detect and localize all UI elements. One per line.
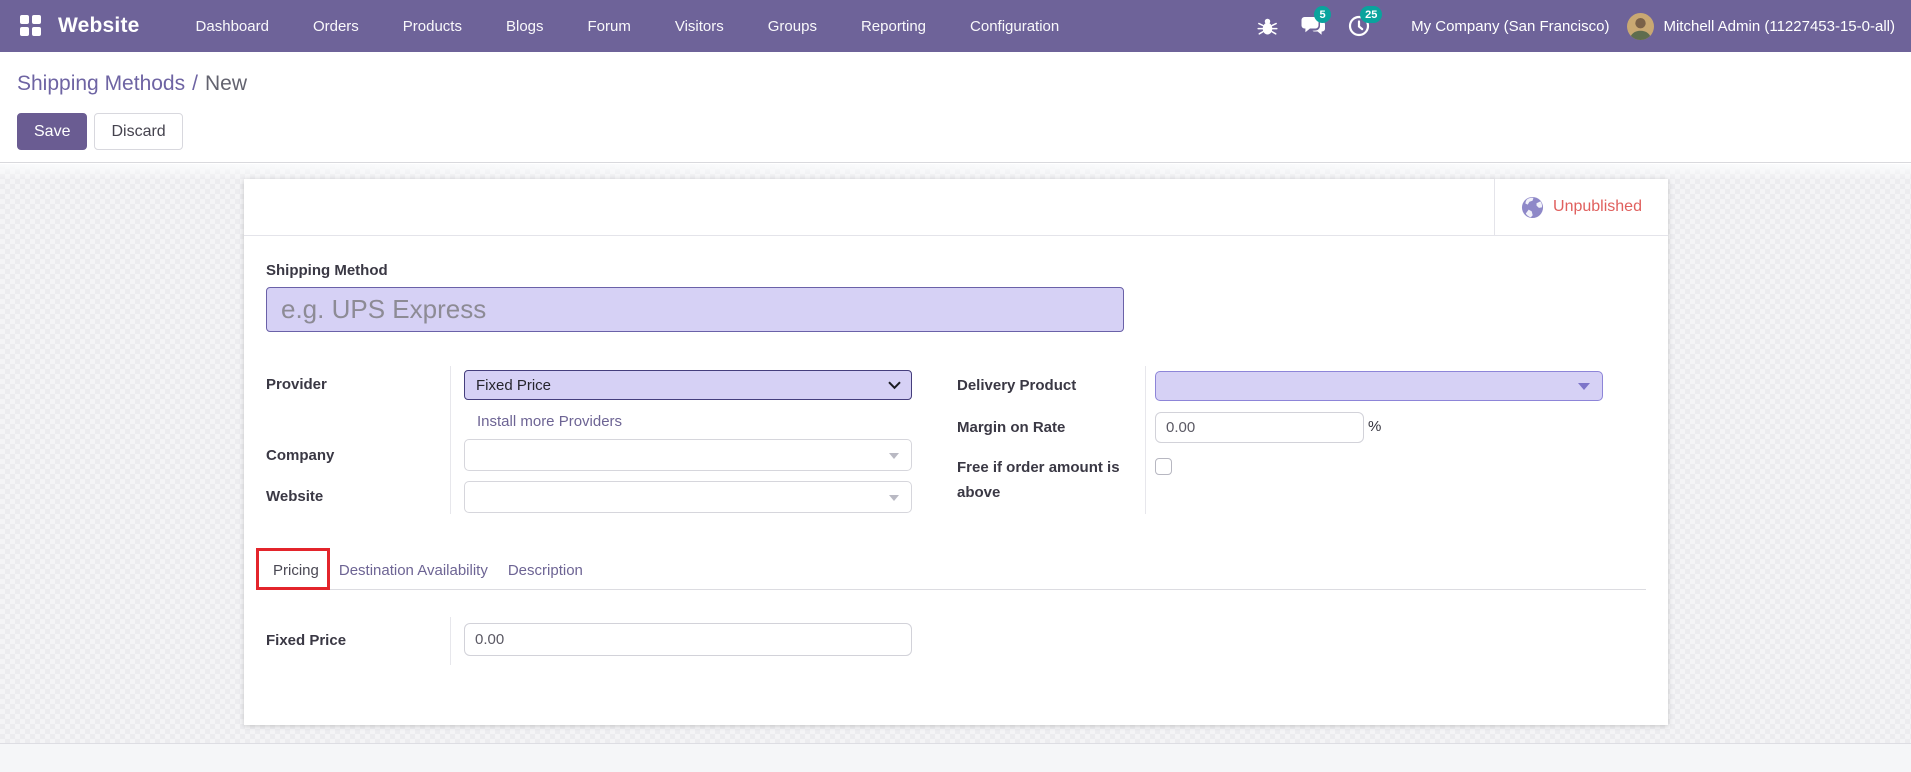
provider-value: Fixed Price <box>476 377 551 394</box>
menu-item-blogs[interactable]: Blogs <box>506 18 544 35</box>
menu-item-dashboard[interactable]: Dashboard <box>196 18 269 35</box>
provider-label: Provider <box>266 376 327 394</box>
debug-icon[interactable] <box>1253 12 1281 40</box>
notebook-tabs: Pricing Destination Availability Descrip… <box>266 552 1646 590</box>
footer-strip <box>0 743 1911 772</box>
publish-status[interactable]: Unpublished <box>1494 179 1668 235</box>
caret-down-icon <box>889 495 899 501</box>
free-if-amount-checkbox[interactable] <box>1155 458 1172 475</box>
percent-suffix: % <box>1368 418 1381 435</box>
label-separator-left <box>450 366 451 514</box>
discard-button[interactable]: Discard <box>94 113 182 150</box>
breadcrumb-parent[interactable]: Shipping Methods <box>17 72 185 95</box>
breadcrumb-separator: / <box>192 72 198 95</box>
shipping-method-label: Shipping Method <box>266 262 388 280</box>
odoo-screen: Website Dashboard Orders Products Blogs … <box>0 0 1911 772</box>
menu-item-products[interactable]: Products <box>403 18 462 35</box>
avatar[interactable] <box>1627 13 1654 40</box>
unpublished-label: Unpublished <box>1553 198 1642 216</box>
menu-item-configuration[interactable]: Configuration <box>970 18 1059 35</box>
user-menu[interactable]: Mitchell Admin (11227453-15-0-all) <box>1663 18 1895 35</box>
control-buttons: Save Discard <box>17 113 183 150</box>
main-menu: Dashboard Orders Products Blogs Forum Vi… <box>196 18 1060 35</box>
form-sheet: Unpublished Shipping Method Provider Fix… <box>244 179 1668 725</box>
fixed-price-label: Fixed Price <box>266 632 346 650</box>
globe-icon <box>1521 196 1544 219</box>
systray: 5 25 My Company (San Francisco) Mitchell… <box>1253 12 1899 40</box>
margin-on-rate-input[interactable] <box>1155 412 1364 443</box>
app-brand[interactable]: Website <box>58 14 140 38</box>
margin-on-rate-label: Margin on Rate <box>957 419 1065 437</box>
form-body: Shipping Method Provider Fixed Price Ins… <box>244 236 1668 725</box>
breadcrumb-current: New <box>205 72 247 95</box>
control-panel: Shipping Methods / New Save Discard <box>0 52 1911 163</box>
menu-item-groups[interactable]: Groups <box>768 18 817 35</box>
messages-badge: 5 <box>1314 6 1331 23</box>
fixed-price-input[interactable] <box>464 623 912 656</box>
shipping-method-input[interactable] <box>266 287 1124 332</box>
save-button[interactable]: Save <box>17 113 87 150</box>
company-label: Company <box>266 447 334 465</box>
delivery-product-label: Delivery Product <box>957 377 1076 395</box>
menu-item-visitors[interactable]: Visitors <box>675 18 724 35</box>
provider-select[interactable]: Fixed Price <box>464 370 912 400</box>
breadcrumb: Shipping Methods / New <box>17 72 247 96</box>
apps-menu-icon[interactable] <box>20 15 42 37</box>
install-providers-link[interactable]: Install more Providers <box>477 413 622 430</box>
menu-item-forum[interactable]: Forum <box>588 18 631 35</box>
label-separator-bottom <box>450 617 451 665</box>
company-switcher[interactable]: My Company (San Francisco) <box>1411 18 1609 35</box>
chevron-down-icon <box>888 381 901 390</box>
label-separator-right <box>1145 366 1146 514</box>
website-label: Website <box>266 488 323 506</box>
company-select[interactable] <box>464 439 912 471</box>
menu-item-reporting[interactable]: Reporting <box>861 18 926 35</box>
messages-icon[interactable]: 5 <box>1299 12 1327 40</box>
top-navbar: Website Dashboard Orders Products Blogs … <box>0 0 1911 52</box>
website-select[interactable] <box>464 481 912 513</box>
tab-pricing[interactable]: Pricing <box>266 562 326 579</box>
caret-down-icon <box>889 453 899 459</box>
activities-badge: 25 <box>1360 6 1382 23</box>
tab-destination-availability[interactable]: Destination Availability <box>332 562 495 579</box>
menu-item-orders[interactable]: Orders <box>313 18 359 35</box>
tab-description[interactable]: Description <box>501 562 590 579</box>
caret-down-icon <box>1578 383 1590 390</box>
activities-icon[interactable]: 25 <box>1345 12 1373 40</box>
statusbar: Unpublished <box>244 179 1668 236</box>
delivery-product-select[interactable] <box>1155 371 1603 401</box>
free-if-amount-label: Free if order amount is above <box>957 455 1129 505</box>
content-area: Unpublished Shipping Method Provider Fix… <box>0 164 1911 743</box>
